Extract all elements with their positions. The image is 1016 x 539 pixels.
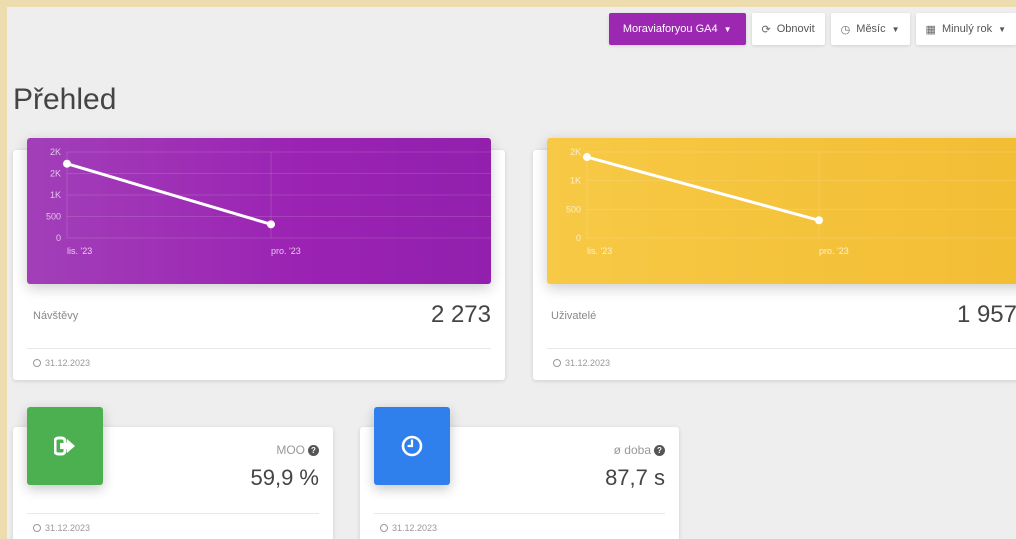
users-label: Uživatelé [551, 310, 597, 322]
y-tick-label: 2K [50, 169, 61, 179]
data-point [267, 220, 275, 229]
y-tick-label: 500 [46, 212, 61, 222]
bounce-date: 31.12.2023 [45, 523, 91, 533]
series-line [66, 162, 272, 226]
refresh-icon: ⟳ [761, 23, 771, 36]
duration-icon-tile [374, 407, 450, 485]
divider [27, 513, 319, 514]
property-dropdown[interactable]: Moraviaforyou GA4 ▼ [608, 13, 746, 45]
visits-chart: 0 500 1K 2K 2K lis. '23 pro. '23 [27, 138, 491, 284]
visits-card: 0 500 1K 2K 2K lis. '23 pro. '23 Návštěvy 2 27… [13, 138, 505, 380]
clock-icon: ◷ [840, 23, 851, 36]
data-point [815, 216, 823, 225]
visits-footer: 31.12.2023 [33, 358, 90, 368]
refresh-label: Obnovit [776, 23, 815, 35]
property-label: Moraviaforyou GA4 [622, 23, 718, 35]
visits-date: 31.12.2023 [45, 358, 91, 368]
caret-down-icon: ▼ [891, 24, 900, 34]
y-tick-label: 1K [570, 176, 581, 186]
date-range-label: Minulý rok [941, 23, 993, 35]
users-card: 0 500 1K 2K lis. '23 pro. '23 Uživatelé 1 957… [533, 138, 1016, 380]
y-tick-label: 1K [50, 190, 61, 200]
line-chart-svg: 0 500 1K 2K lis. '23 pro. '23 [566, 147, 1016, 256]
x-tick-label: lis. '23 [587, 246, 612, 256]
duration-card: ø doba ? 87,7 s 31.12.2023 [360, 407, 679, 539]
x-tick-label: lis. '23 [67, 246, 92, 256]
duration-label-text: ø doba [613, 443, 651, 457]
refresh-button[interactable]: ⟳ Obnovit [751, 13, 825, 45]
caret-down-icon: ▼ [998, 24, 1006, 34]
data-point [63, 159, 71, 168]
data-point [583, 153, 591, 162]
duration-footer: 31.12.2023 [380, 523, 437, 533]
y-tick-label: 0 [56, 233, 61, 243]
x-tick-label: pro. '23 [271, 246, 301, 256]
help-icon[interactable]: ? [308, 444, 319, 456]
bounce-card: MOO ? 59,9 % 31.12.2023 [13, 407, 333, 539]
users-chart: 0 500 1K 2K lis. '23 pro. '23 [547, 138, 1016, 284]
divider [27, 348, 491, 349]
clock-icon [33, 524, 41, 532]
duration-label: ø doba ? [614, 443, 665, 457]
duration-value: 87,7 s [605, 465, 665, 490]
y-tick-label: 0 [576, 233, 581, 243]
y-tick-label: 2K [50, 147, 61, 157]
series-line [586, 155, 820, 222]
y-tick-label: 2K [570, 147, 581, 157]
clock-icon [401, 435, 423, 457]
page-title: Přehled [13, 83, 117, 116]
users-date: 31.12.2023 [565, 358, 611, 368]
users-footer: 31.12.2023 [553, 358, 610, 368]
bounce-value: 59,9 % [250, 465, 320, 490]
date-range-dropdown[interactable]: ▦ Minulý rok ▼ [915, 13, 1016, 45]
duration-date: 31.12.2023 [392, 523, 438, 533]
line-chart-svg: 0 500 1K 2K 2K lis. '23 pro. '23 [46, 147, 491, 256]
calendar-icon: ▦ [925, 23, 936, 36]
users-value: 1 957 [956, 301, 1016, 328]
bounce-label: MOO ? [276, 443, 319, 457]
toolbar: Moraviaforyou GA4 ▼ ⟳ Obnovit ◷ Měsíc ▼ … [608, 13, 1016, 45]
granularity-label: Měsíc [856, 23, 886, 35]
caret-down-icon: ▼ [723, 24, 732, 34]
y-tick-label: 500 [566, 204, 581, 214]
granularity-dropdown[interactable]: ◷ Měsíc ▼ [830, 13, 910, 45]
bounce-footer: 31.12.2023 [33, 523, 90, 533]
sign-out-icon [54, 436, 75, 456]
divider [547, 348, 1016, 349]
visits-label: Návštěvy [33, 310, 79, 322]
x-tick-label: pro. '23 [819, 246, 849, 256]
help-icon[interactable]: ? [654, 444, 665, 456]
app-frame: Moraviaforyou GA4 ▼ ⟳ Obnovit ◷ Měsíc ▼ … [7, 7, 1016, 539]
clock-icon [553, 359, 561, 367]
bounce-icon-tile [27, 407, 103, 485]
clock-icon [380, 524, 388, 532]
bounce-label-text: MOO [276, 443, 305, 457]
visits-value: 2 273 [430, 301, 491, 328]
divider [374, 513, 665, 514]
clock-icon [33, 359, 41, 367]
